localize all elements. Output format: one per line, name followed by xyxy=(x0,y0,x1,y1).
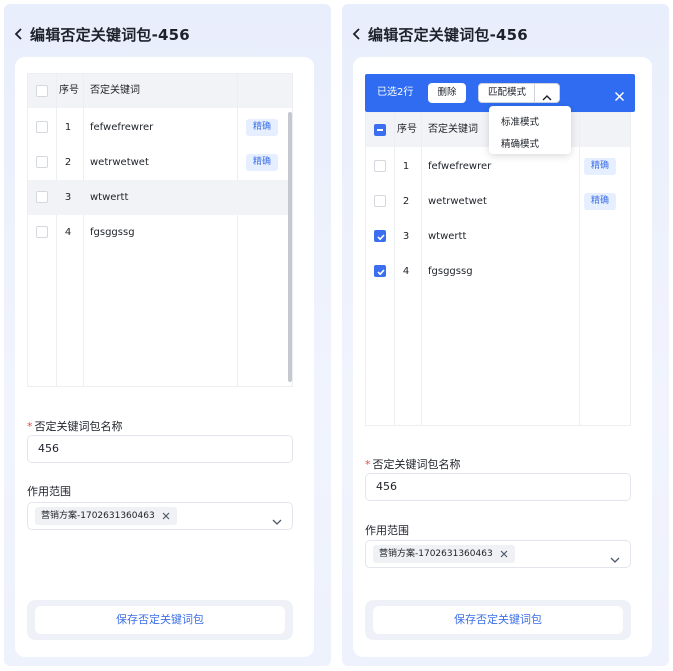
row-checkbox[interactable] xyxy=(36,156,48,168)
row-checkbox[interactable] xyxy=(374,265,386,277)
close-icon[interactable] xyxy=(614,87,625,102)
match-mode-button[interactable]: 匹配模式 xyxy=(478,83,560,103)
select-all-checkbox[interactable] xyxy=(374,124,386,136)
scope-chip: 营销方案-1702631360463 xyxy=(35,507,177,525)
name-field-label: * 否定关键词包名称 xyxy=(27,420,123,433)
dropdown-item-standard[interactable]: 标准模式 xyxy=(501,114,539,128)
header: 编辑否定关键词包-456 xyxy=(352,23,528,45)
page-title: 编辑否定关键词包-456 xyxy=(30,25,190,44)
check-icon xyxy=(377,234,385,241)
header-index: 序号 xyxy=(59,85,79,96)
close-icon[interactable] xyxy=(499,549,509,559)
table-row[interactable]: 4 fgsggssg xyxy=(28,215,292,250)
table-scrollbar[interactable] xyxy=(288,112,292,382)
row-keyword: fefwefrewrer xyxy=(428,161,492,172)
row-keyword: wtwertt xyxy=(90,192,129,203)
row-index: 3 xyxy=(64,192,72,203)
name-field-label: * 否定关键词包名称 xyxy=(365,458,461,471)
row-index: 4 xyxy=(402,266,410,277)
scope-field-label: 作用范围 xyxy=(365,524,409,537)
match-tag: 精确 xyxy=(246,119,278,136)
keyword-table: 序号 否定关键词 1 fefwefrewrer 精确 2 wetrwetwet … xyxy=(27,73,293,387)
header-keyword: 否定关键词 xyxy=(90,85,140,96)
left-screen: 编辑否定关键词包-456 序号 否定关键词 1 fefwefrewrer 精确 … xyxy=(4,4,331,666)
row-checkbox[interactable] xyxy=(374,230,386,242)
header: 编辑否定关键词包-456 xyxy=(14,23,190,45)
row-index: 4 xyxy=(64,227,72,238)
chevron-down-icon xyxy=(272,512,282,525)
row-index: 2 xyxy=(64,157,72,168)
scope-select[interactable]: 营销方案-1702631360463 xyxy=(27,502,293,530)
row-keyword: fgsggssg xyxy=(428,266,473,277)
scope-chip: 营销方案-1702631360463 xyxy=(373,545,515,563)
save-area: 保存否定关键词包 xyxy=(27,600,293,640)
scope-select[interactable]: 营销方案-1702631360463 xyxy=(365,540,631,568)
back-arrow-icon[interactable] xyxy=(14,23,28,45)
chevron-up-icon xyxy=(541,88,553,101)
name-input[interactable]: 456 xyxy=(27,435,293,463)
match-mode-label: 匹配模式 xyxy=(488,87,527,98)
name-input[interactable]: 456 xyxy=(365,473,631,501)
dropdown-item-exact[interactable]: 精确模式 xyxy=(501,136,539,150)
chevron-down-icon xyxy=(610,550,620,563)
scope-field-label: 作用范围 xyxy=(27,485,71,498)
close-icon[interactable] xyxy=(161,511,171,521)
back-arrow-icon[interactable] xyxy=(352,23,366,45)
save-button[interactable]: 保存否定关键词包 xyxy=(35,606,285,634)
save-area: 保存否定关键词包 xyxy=(365,600,631,640)
page-title: 编辑否定关键词包-456 xyxy=(368,25,528,44)
table-header: 序号 否定关键词 xyxy=(28,74,292,108)
keyword-table: 序号 否定关键词 1 fefwefrewrer 精确 2 wetrwetwet … xyxy=(365,112,631,426)
header-keyword: 否定关键词 xyxy=(428,124,478,135)
row-keyword: wetrwetwet xyxy=(90,157,149,168)
save-button[interactable]: 保存否定关键词包 xyxy=(373,606,623,634)
match-tag: 精确 xyxy=(584,158,616,175)
table-row[interactable]: 2 wetrwetwet 精确 xyxy=(366,184,630,219)
selected-count: 已选2行 xyxy=(377,87,414,98)
table-row[interactable]: 3 wtwertt xyxy=(28,180,292,215)
row-checkbox[interactable] xyxy=(36,226,48,238)
row-keyword: wtwertt xyxy=(428,231,467,242)
table-row[interactable]: 1 fefwefrewrer 精确 xyxy=(366,149,630,184)
row-keyword: wetrwetwet xyxy=(428,196,487,207)
header-index: 序号 xyxy=(397,124,417,135)
mode-divider xyxy=(534,84,535,102)
form-card: 序号 否定关键词 1 fefwefrewrer 精确 2 wetrwetwet … xyxy=(353,57,652,657)
select-all-checkbox[interactable] xyxy=(36,85,48,97)
check-icon xyxy=(377,269,385,276)
row-checkbox[interactable] xyxy=(374,195,386,207)
row-checkbox[interactable] xyxy=(36,191,48,203)
table-row[interactable]: 2 wetrwetwet 精确 xyxy=(28,145,292,180)
row-keyword: fefwefrewrer xyxy=(90,122,154,133)
row-index: 2 xyxy=(402,196,410,207)
row-index: 3 xyxy=(402,231,410,242)
table-row[interactable]: 4 fgsggssg xyxy=(366,254,630,289)
form-card: 序号 否定关键词 1 fefwefrewrer 精确 2 wetrwetwet … xyxy=(15,57,314,657)
right-screen: 编辑否定关键词包-456 序号 否定关键词 1 fefwefrewrer 精确 … xyxy=(342,4,669,666)
row-keyword: fgsggssg xyxy=(90,227,135,238)
table-row[interactable]: 1 fefwefrewrer 精确 xyxy=(28,110,292,145)
delete-button[interactable]: 删除 xyxy=(428,83,466,103)
row-checkbox[interactable] xyxy=(374,160,386,172)
row-index: 1 xyxy=(402,161,410,172)
match-mode-dropdown: 标准模式 精确模式 xyxy=(489,106,571,154)
match-tag: 精确 xyxy=(246,154,278,171)
row-index: 1 xyxy=(64,122,72,133)
match-tag: 精确 xyxy=(584,193,616,210)
table-row[interactable]: 3 wtwertt xyxy=(366,219,630,254)
row-checkbox[interactable] xyxy=(36,121,48,133)
